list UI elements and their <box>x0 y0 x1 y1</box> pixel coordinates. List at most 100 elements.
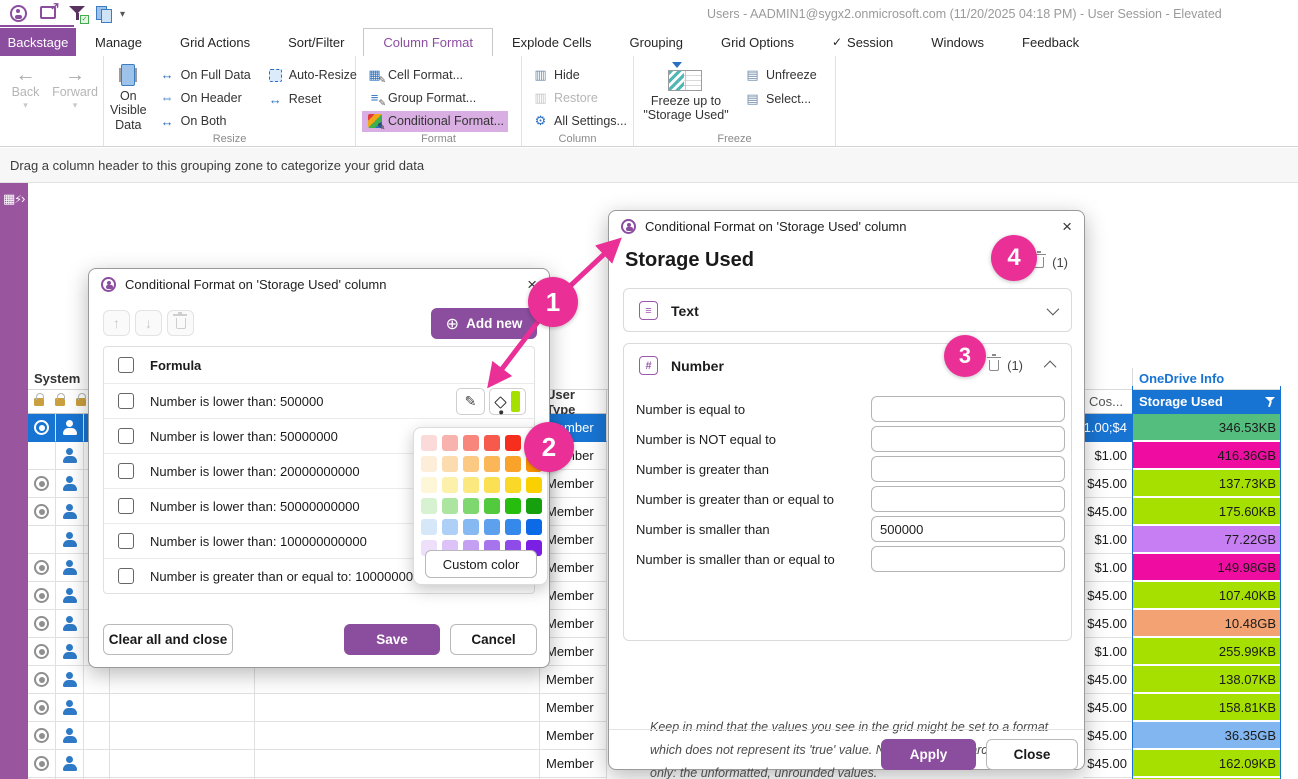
cell-user-type[interactable]: Member <box>540 610 607 638</box>
edit-formula-pencil-button[interactable]: ✎ <box>456 388 485 415</box>
cell-signin-status[interactable] <box>28 582 56 610</box>
tab-grid-actions[interactable]: Grid Actions <box>161 28 269 56</box>
tab-explode-cells[interactable]: Explode Cells <box>493 28 611 56</box>
cell-user-icon[interactable] <box>56 414 84 442</box>
cell-extra[interactable] <box>84 722 110 750</box>
cell-signin-status[interactable] <box>28 694 56 722</box>
cell-user-display-name[interactable] <box>110 722 255 750</box>
grid-sidebar[interactable]: ▦⚡› <box>0 183 28 779</box>
cell-user-icon[interactable] <box>56 610 84 638</box>
cell-username[interactable] <box>255 750 540 778</box>
color-swatch[interactable] <box>463 435 479 451</box>
color-swatch[interactable] <box>442 477 458 493</box>
group-format-button[interactable]: ≡Group Format... <box>362 87 508 108</box>
cell-format-button[interactable]: ▦Cell Format... <box>362 64 508 85</box>
color-swatch[interactable] <box>421 519 437 535</box>
close-button[interactable]: Close <box>986 739 1078 770</box>
conditional-format-button[interactable]: Conditional Format... <box>362 111 508 132</box>
on-full-data-button[interactable]: ↔On Full Data <box>155 64 255 85</box>
number-section-header[interactable]: # Number (1) <box>624 344 1071 387</box>
number-filter-input[interactable] <box>871 396 1065 422</box>
cell-user-icon[interactable] <box>56 554 84 582</box>
filter-funnel-icon[interactable] <box>1265 396 1277 408</box>
cell-signin-status[interactable] <box>28 414 56 442</box>
color-swatch[interactable] <box>526 477 542 493</box>
formula-checkbox[interactable] <box>118 568 134 584</box>
color-swatch[interactable] <box>421 435 437 451</box>
select-freeze-button[interactable]: ▤Select... <box>740 88 821 110</box>
cell-user-icon[interactable] <box>56 666 84 694</box>
color-swatch[interactable] <box>484 435 500 451</box>
cell-user-icon[interactable] <box>56 526 84 554</box>
cell-cost[interactable]: $1.00 <box>1083 554 1133 582</box>
color-swatch[interactable] <box>463 519 479 535</box>
cell-username[interactable] <box>255 666 540 694</box>
number-filter-input[interactable] <box>871 516 1065 542</box>
cell-cost[interactable]: $45.00 <box>1083 582 1133 610</box>
save-button[interactable]: Save <box>344 624 440 655</box>
cell-extra[interactable] <box>84 750 110 778</box>
number-filter-input[interactable] <box>871 426 1065 452</box>
cell-user-type[interactable]: Member <box>540 554 607 582</box>
cell-user-display-name[interactable] <box>110 666 255 694</box>
cell-storage-used[interactable]: 138.07KB <box>1133 666 1281 694</box>
back-button[interactable]: ← Back ▾ <box>6 60 45 132</box>
cell-storage-used[interactable]: 137.73KB <box>1133 470 1281 498</box>
cell-user-type[interactable]: Member <box>540 722 607 750</box>
color-swatch[interactable] <box>484 519 500 535</box>
cell-cost[interactable]: $45.00 <box>1083 470 1133 498</box>
cell-storage-used[interactable]: 162.09KB <box>1133 750 1281 778</box>
formula-checkbox[interactable] <box>118 463 134 479</box>
color-swatch[interactable] <box>526 498 542 514</box>
column-header-cost[interactable]: Cos... <box>1083 390 1133 414</box>
color-swatch[interactable] <box>505 435 521 451</box>
cell-signin-status[interactable] <box>28 750 56 778</box>
fill-color-button[interactable] <box>489 388 526 415</box>
move-down-button[interactable]: ↓ <box>135 310 162 336</box>
column-header-user-type[interactable]: User Type <box>540 390 607 414</box>
delete-formula-button[interactable] <box>167 310 194 336</box>
cell-signin-status[interactable] <box>28 610 56 638</box>
cell-user-type[interactable]: Member <box>540 694 607 722</box>
on-visible-data-button[interactable]: On Visible Data <box>110 60 147 132</box>
all-settings-button[interactable]: ⚙All Settings... <box>528 111 631 132</box>
cell-username[interactable] <box>255 722 540 750</box>
qat-dropdown-icon[interactable]: ▾ <box>120 9 125 20</box>
freeze-up-to-button[interactable]: Freeze up to"Storage Used" <box>640 60 732 132</box>
number-filter-input[interactable] <box>871 486 1065 512</box>
formula-checkbox[interactable] <box>118 428 134 444</box>
color-swatch[interactable] <box>442 456 458 472</box>
cell-storage-used[interactable]: 175.60KB <box>1133 498 1281 526</box>
column-header-storage-used[interactable]: Storage Used <box>1133 390 1281 414</box>
color-swatch[interactable] <box>505 477 521 493</box>
export-icon[interactable] <box>40 6 56 24</box>
cell-cost[interactable]: $1.00 <box>1083 442 1133 470</box>
group-header-onedrive-info[interactable]: OneDrive Info <box>1133 368 1281 390</box>
color-swatch[interactable] <box>421 477 437 493</box>
cell-user-type[interactable]: Member <box>540 526 607 554</box>
cell-signin-status[interactable] <box>28 442 56 470</box>
formula-checkbox[interactable] <box>118 533 134 549</box>
cell-extra[interactable] <box>84 666 110 694</box>
number-filter-input[interactable] <box>871 546 1065 572</box>
tab-windows[interactable]: Windows <box>912 28 1003 56</box>
forward-button[interactable]: → Forward ▾ <box>53 60 97 132</box>
cell-cost[interactable]: $45.00 <box>1083 694 1133 722</box>
apply-button[interactable]: Apply <box>881 739 976 770</box>
tab-column-format[interactable]: Column Format <box>363 28 493 56</box>
cell-user-icon[interactable] <box>56 442 84 470</box>
right-dialog-close-icon[interactable]: × <box>1062 218 1072 235</box>
clear-number-filters-icon[interactable] <box>989 360 999 371</box>
cell-cost[interactable]: $1.00 <box>1083 638 1133 666</box>
cell-storage-used[interactable]: 36.35GB <box>1133 722 1281 750</box>
cell-cost[interactable]: $45.00 <box>1083 498 1133 526</box>
cell-user-type[interactable]: Member <box>540 666 607 694</box>
tab-session[interactable]: ✓Session <box>813 28 912 56</box>
cell-storage-used[interactable]: 77.22GB <box>1133 526 1281 554</box>
cell-signin-status[interactable] <box>28 498 56 526</box>
color-swatch[interactable] <box>484 456 500 472</box>
cell-cost[interactable]: $1.00 <box>1083 526 1133 554</box>
cell-user-type[interactable]: Member <box>540 750 607 778</box>
cell-storage-used[interactable]: 416.36GB <box>1133 442 1281 470</box>
cell-signin-status[interactable] <box>28 526 56 554</box>
